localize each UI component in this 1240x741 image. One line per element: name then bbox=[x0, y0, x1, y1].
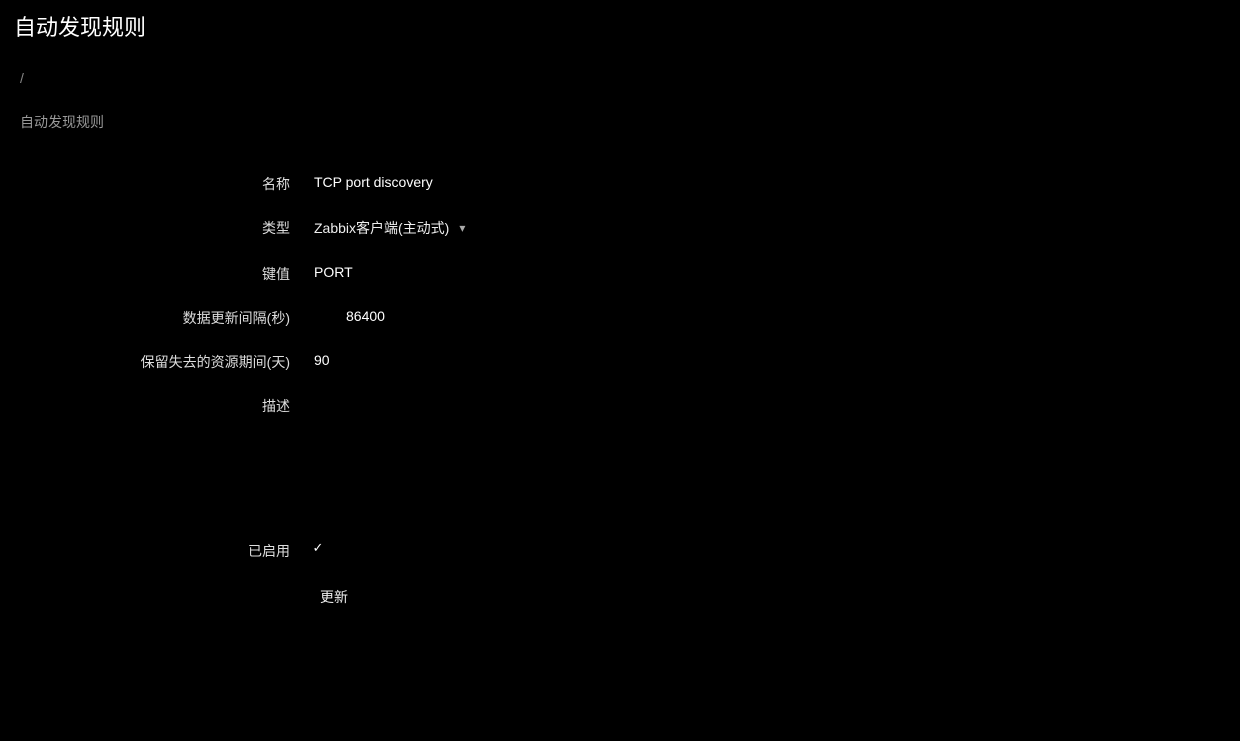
label-keep-lost: 保留失去的资源期间(天) bbox=[0, 350, 310, 372]
row-description: 描述 bbox=[0, 394, 1240, 517]
breadcrumb-separator: / bbox=[14, 70, 30, 86]
key-input[interactable] bbox=[310, 262, 610, 282]
row-keep-lost: 保留失去的资源期间(天) bbox=[0, 350, 1240, 372]
description-textarea[interactable] bbox=[310, 394, 730, 514]
name-input[interactable] bbox=[310, 172, 610, 192]
row-type: 类型 Zabbix客户端(主动式) ▾ bbox=[0, 216, 1240, 240]
label-name: 名称 bbox=[0, 172, 310, 194]
row-name: 名称 bbox=[0, 172, 1240, 194]
tab-discovery-rule[interactable]: 自动发现规则 bbox=[14, 108, 110, 136]
chevron-down-icon: ▾ bbox=[459, 221, 465, 235]
row-enabled: 已启用 ✓ bbox=[0, 539, 1240, 561]
row-interval: 数据更新间隔(秒) bbox=[0, 306, 1240, 328]
tab-bar: 自动发现规则 bbox=[0, 96, 1240, 148]
breadcrumb: / bbox=[0, 52, 1240, 96]
enabled-checkbox[interactable]: ✓ bbox=[310, 540, 326, 556]
label-type: 类型 bbox=[0, 216, 310, 238]
type-select-value: Zabbix客户端(主动式) bbox=[314, 218, 449, 238]
label-description: 描述 bbox=[0, 394, 310, 416]
discovery-rule-form: 名称 类型 Zabbix客户端(主动式) ▾ 键值 数据更新间隔(秒) 保留失去… bbox=[0, 148, 1240, 611]
label-key: 键值 bbox=[0, 262, 310, 284]
type-select[interactable]: Zabbix客户端(主动式) ▾ bbox=[310, 216, 469, 240]
row-key: 键值 bbox=[0, 262, 1240, 284]
label-enabled: 已启用 bbox=[0, 539, 310, 561]
page-title: 自动发现规则 bbox=[0, 0, 1240, 52]
label-interval: 数据更新间隔(秒) bbox=[0, 306, 310, 328]
interval-input[interactable] bbox=[342, 306, 442, 326]
keep-lost-input[interactable] bbox=[310, 350, 410, 370]
update-button[interactable]: 更新 bbox=[310, 583, 358, 611]
row-actions: 更新 bbox=[0, 583, 1240, 611]
